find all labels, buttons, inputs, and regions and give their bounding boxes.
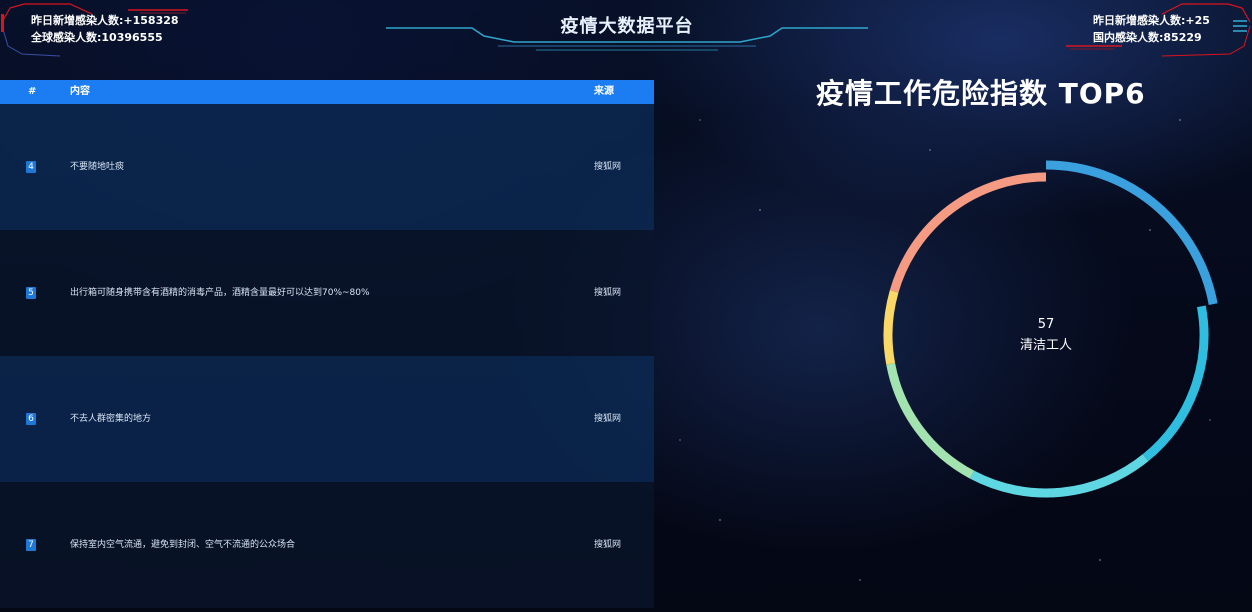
global-total-stat: 全球感染人数:10396555: [31, 31, 163, 44]
donut-slice[interactable]: [886, 362, 975, 479]
table-row[interactable]: 5 出行箱可随身携带含有酒精的消毒产品，酒精含量最好可以达到70%~80% 搜狐…: [0, 230, 654, 356]
table-row[interactable]: 4 不要随地吐痰 搜狐网: [0, 104, 654, 230]
chart-title: 疫情工作危险指数 TOP6: [816, 77, 1146, 110]
column-header-index: #: [28, 86, 37, 97]
donut-center-label: 清洁工人: [1020, 338, 1072, 353]
donut-slice[interactable]: [1045, 160, 1218, 305]
top-header: 昨日新增感染人数:+158328 全球感染人数:10396555 昨日新增感染人…: [0, 0, 1252, 62]
prevention-tips-table: # 内容 来源 4 不要随地吐痰 搜狐网 5 出行箱可随身携带含有酒精的消毒产品…: [0, 80, 654, 612]
yesterday-new-domestic-stat: 昨日新增感染人数:+25: [1093, 14, 1210, 27]
column-header-source: 来源: [594, 86, 614, 97]
row-index-badge: 6: [26, 413, 36, 425]
risk-donut-chart: 57 清洁工人: [883, 160, 1218, 498]
menu-icon[interactable]: [1232, 18, 1248, 34]
row-index-badge: 7: [26, 539, 36, 551]
row-content: 不要随地吐痰: [70, 162, 125, 172]
row-content: 不去人群密集的地方: [70, 414, 152, 424]
page-title: 疫情大数据平台: [560, 16, 694, 37]
row-source: 搜狐网: [594, 540, 622, 550]
donut-slice[interactable]: [883, 290, 899, 365]
yesterday-new-global-stat: 昨日新增感染人数:+158328: [31, 14, 179, 27]
row-source: 搜狐网: [594, 162, 622, 172]
table-header: # 内容 来源: [0, 80, 654, 104]
row-index-badge: 5: [26, 287, 36, 299]
row-source: 搜狐网: [594, 414, 622, 424]
domestic-total-stat: 国内感染人数:85229: [1093, 31, 1202, 44]
row-content: 保持室内空气流通，避免到封闭、空气不流通的公众场合: [70, 540, 296, 550]
table-row[interactable]: 6 不去人群密集的地方 搜狐网: [0, 356, 654, 482]
donut-slice[interactable]: [1142, 305, 1209, 462]
row-content: 出行箱可随身携带含有酒精的消毒产品，酒精含量最好可以达到70%~80%: [70, 288, 370, 298]
column-header-content: 内容: [70, 86, 90, 97]
row-source: 搜狐网: [594, 288, 622, 298]
row-index-badge: 4: [26, 161, 36, 173]
donut-slice[interactable]: [969, 454, 1149, 498]
donut-slice[interactable]: [889, 172, 1047, 293]
donut-center-value: 57: [1038, 317, 1055, 332]
table-row[interactable]: 7 保持室内空气流通，避免到封闭、空气不流通的公众场合 搜狐网: [0, 482, 654, 608]
